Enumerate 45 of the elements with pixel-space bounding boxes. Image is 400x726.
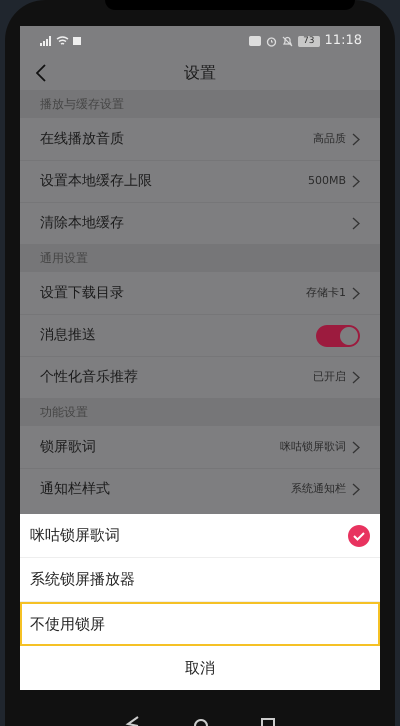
cancel-button[interactable]: 取消 (165, 648, 235, 688)
row-value: 咪咕锁屏歌词 (280, 438, 346, 455)
row-label: 通知栏样式 (40, 480, 110, 499)
chevron-icon (352, 483, 360, 496)
row-value: 高品质 (313, 130, 346, 147)
chevron-icon (352, 371, 360, 384)
page-title: 设置 (184, 63, 216, 82)
row-value: 存储卡1 (306, 284, 346, 301)
battery-level: 73 (298, 36, 320, 46)
muted-bell-icon (282, 36, 294, 46)
settings-row[interactable]: 锁屏歌词 咪咕锁屏歌词 (20, 426, 380, 468)
row-value: 系统通知栏 (291, 481, 346, 498)
chevron-icon (352, 132, 360, 146)
settings-row[interactable]: 设置本地缓存上限 500MB (20, 160, 380, 202)
wifi-icon (56, 36, 69, 46)
settings-row[interactable]: 通知栏样式 系统通知栏 (20, 468, 380, 510)
chevron-icon (352, 286, 360, 300)
square-icon (73, 37, 81, 45)
back-icon[interactable] (125, 716, 141, 726)
chevron-icon (352, 440, 360, 454)
check-icon (348, 524, 370, 546)
recents-icon[interactable] (261, 718, 275, 726)
sheet-option[interactable]: 咪咕锁屏歌词 (20, 514, 380, 558)
row-label: 消息推送 (40, 326, 96, 345)
settings-row[interactable]: 消息推送 (20, 314, 380, 356)
clock: 11:18 (324, 32, 362, 50)
sheet-option[interactable]: 不使用锁屏 (20, 602, 380, 646)
settings-row[interactable]: 在线播放音质 高品质 (20, 118, 380, 160)
alarm-icon (266, 36, 278, 46)
row-label: 在线播放音质 (40, 130, 124, 148)
chevron-icon (352, 175, 360, 188)
toggle-switch[interactable] (316, 324, 360, 346)
row-value: 已开启 (313, 369, 346, 386)
row-value: 500MB (308, 173, 346, 190)
settings-row[interactable]: 设置下载目录 存储卡1 (20, 272, 380, 314)
hd-icon (249, 36, 262, 46)
row-label: 清除本地缓存 (40, 214, 124, 233)
sheet-option[interactable]: 系统锁屏播放器 (20, 558, 380, 602)
row-label: 设置本地缓存上限 (40, 172, 152, 191)
row-label: 设置下载目录 (40, 284, 124, 302)
chevron-icon (352, 217, 360, 230)
signal-icon (38, 36, 52, 46)
row-label: 锁屏歌词 (40, 438, 96, 456)
home-icon[interactable] (193, 718, 209, 726)
row-label: 个性化音乐推荐 (40, 368, 138, 387)
